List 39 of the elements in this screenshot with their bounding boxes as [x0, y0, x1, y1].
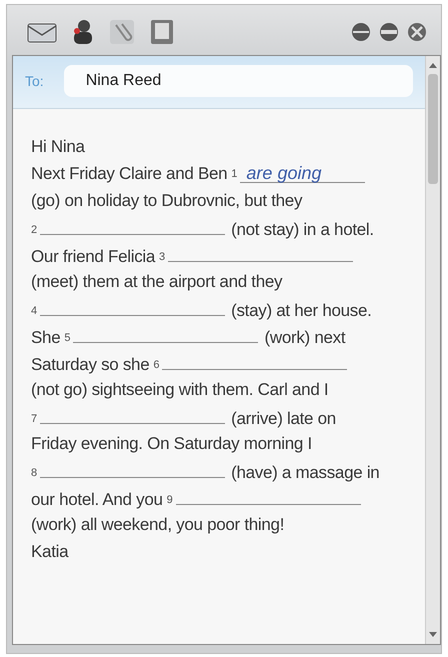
- gap-number: 7: [31, 412, 38, 427]
- maximize-button[interactable]: [379, 22, 399, 42]
- body-text: Our friend Felicia: [31, 246, 156, 268]
- contact-icon[interactable]: [71, 19, 95, 45]
- body-text: Hi Nina: [31, 136, 85, 158]
- close-icon[interactable]: [407, 22, 427, 42]
- gap-number: 5: [64, 331, 70, 346]
- body-text: (not stay) in a hotel.: [231, 219, 374, 241]
- body-text: Saturday so she: [31, 354, 150, 376]
- scroll-down-arrow[interactable]: [428, 632, 438, 638]
- body-text: Next Friday Claire and Ben: [31, 163, 228, 185]
- paperclip-icon[interactable]: [109, 19, 135, 45]
- gap-number: 8: [31, 466, 38, 481]
- scroll-thumb[interactable]: [428, 74, 438, 184]
- body-text: (have) a massage in: [231, 462, 380, 484]
- gap-number: 9: [166, 493, 173, 508]
- to-label: To:: [25, 73, 44, 89]
- fill-in-line[interactable]: are going: [240, 163, 366, 183]
- gap-number: 6: [153, 358, 160, 373]
- gap-number: 1: [231, 167, 238, 182]
- gap-number: 3: [159, 250, 166, 265]
- body-text: (go) on holiday to Dubrovnic, but they: [31, 190, 302, 212]
- document-icon[interactable]: [149, 19, 175, 45]
- scroll-up-arrow[interactable]: [428, 62, 438, 68]
- body-text: our hotel. And you: [31, 489, 163, 511]
- body-text: Friday evening. On Saturday morning I: [31, 433, 312, 455]
- minimize-button[interactable]: [351, 22, 371, 42]
- gap-number: 2: [31, 223, 38, 238]
- body-text: (arrive) late on: [231, 408, 336, 430]
- body-text: (meet) them at the airport and they: [31, 271, 282, 293]
- scrollbar[interactable]: [425, 56, 440, 644]
- body-text: (stay) at her house.: [231, 300, 372, 322]
- gap-number: 4: [31, 304, 38, 319]
- body-text: Katia: [31, 541, 68, 563]
- body-text: She: [31, 327, 60, 349]
- body-text: (work) next: [264, 327, 346, 349]
- recipient-field[interactable]: Nina Reed: [64, 65, 413, 97]
- body-text: (not go) sightseeing with them. Carl and I: [31, 379, 328, 401]
- body-text: (work) all weekend, you poor thing!: [31, 514, 284, 536]
